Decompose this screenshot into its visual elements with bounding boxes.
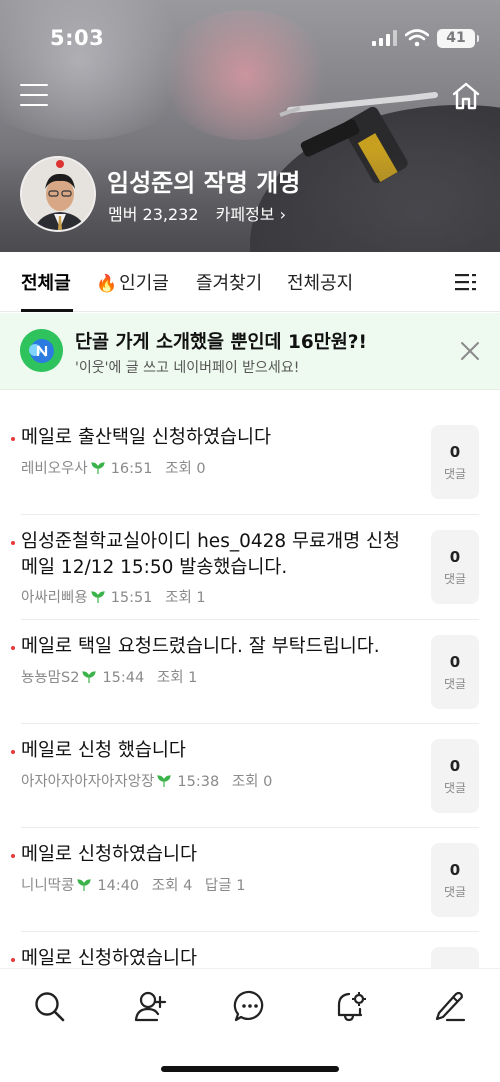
sprout-icon	[90, 591, 105, 603]
post-author: 뇽뇽맘S2	[21, 670, 80, 686]
post-views: 조회 0	[165, 461, 206, 477]
home-icon[interactable]	[450, 80, 482, 112]
cafe-name: 임성준의 작명 개명	[107, 169, 301, 197]
post-item[interactable]: 메일로 택일 요청드렸습니다. 잘 부탁드립니다. 뇽뇽맘S2 15:44 조회 …	[0, 620, 500, 723]
post-time: 14:40	[97, 878, 140, 894]
notification-settings-icon[interactable]	[333, 989, 367, 1023]
wifi-icon	[405, 29, 429, 47]
comment-label: 댓글	[443, 885, 467, 899]
comment-count: 0	[449, 861, 461, 879]
fire-icon: 🔥	[96, 274, 118, 294]
comment-label: 댓글	[443, 572, 467, 586]
comment-count-box[interactable]: 0 댓글	[431, 635, 479, 709]
comment-count-box[interactable]: 0 댓글	[431, 530, 479, 604]
comment-count-box[interactable]: 0 댓글	[431, 739, 479, 813]
member-label: 멤버	[108, 205, 138, 224]
cafe-subline: 멤버 23,232 카페정보 ›	[108, 201, 286, 225]
promo-banner[interactable]: 단골 가게 소개했을 뿐인데 16만원?! '이웃'에 글 쓰고 네이버페이 받…	[0, 313, 500, 390]
post-author: 아자아자아자아자앙장	[21, 774, 155, 790]
board-list-icon[interactable]	[455, 272, 477, 292]
tab-all-notices[interactable]: 전체공지	[287, 269, 353, 295]
post-time: 16:51	[110, 461, 153, 477]
comment-count: 0	[449, 443, 461, 461]
search-icon[interactable]	[32, 989, 66, 1023]
post-title: 메일로 신청하였습니다	[21, 844, 198, 865]
sprout-icon	[82, 671, 97, 683]
chat-icon[interactable]	[233, 989, 267, 1023]
banner-title: 단골 가게 소개했을 뿐인데 16만원?!	[75, 332, 367, 353]
neighbor-pay-icon	[20, 329, 63, 372]
comment-count-box[interactable]: 0 댓글	[431, 425, 479, 499]
post-item[interactable]: 메일로 신청 했습니다 아자아자아자아자앙장 15:38 조회 0 0 댓글	[0, 724, 500, 827]
home-indicator	[161, 1066, 339, 1072]
new-post-dot	[11, 854, 15, 858]
post-title: 메일로 출산택일 신청하였습니다	[21, 427, 272, 448]
post-meta: 아싸리삐용 15:51 조회 1	[21, 586, 206, 607]
post-replies: 답글 1	[204, 878, 246, 894]
comment-label: 댓글	[443, 677, 467, 691]
new-post-dot	[11, 750, 15, 754]
post-views: 조회 1	[156, 670, 198, 686]
post-author: 레비오우사	[21, 461, 88, 477]
post-views: 조회 4	[151, 878, 193, 894]
sprout-icon	[90, 462, 105, 474]
comment-count: 0	[449, 757, 461, 775]
cafe-avatar[interactable]	[20, 156, 96, 232]
cellular-signal-icon	[372, 30, 398, 46]
new-post-dot	[11, 646, 15, 650]
tab-all-posts[interactable]: 전체글	[21, 269, 71, 295]
post-item[interactable]: 임성준철학교실아이디 hes_0428 무료개명 신청 메일 12/12 15:…	[0, 515, 500, 619]
board-tabs: 전체글 🔥 인기글 즐겨찾기 전체공지	[0, 252, 500, 312]
cafe-info-link[interactable]: 카페정보 ›	[216, 205, 286, 224]
post-meta: 뇽뇽맘S2 15:44 조회 1	[21, 666, 197, 687]
tab-popular-label: 인기글	[119, 273, 169, 294]
post-meta: 아자아자아자아자앙장 15:38 조회 0	[21, 770, 272, 791]
tab-popular[interactable]: 🔥 인기글	[96, 269, 169, 295]
post-author: 니니딱콩	[21, 878, 75, 894]
status-time: 5:03	[50, 26, 105, 50]
cafe-header: 5:03 41 임성준의 작명 개명 멤버 23,232 카페정보 ›	[0, 0, 500, 252]
post-time: 15:51	[110, 590, 153, 606]
banner-subtitle: '이웃'에 글 쓰고 네이버페이 받으세요!	[75, 360, 300, 376]
sprout-icon	[77, 879, 92, 891]
post-time: 15:44	[102, 670, 145, 686]
comment-label: 댓글	[443, 781, 467, 795]
post-meta: 니니딱콩 14:40 조회 4 답글 1	[21, 874, 245, 895]
member-count: 23,232	[142, 205, 199, 224]
post-item[interactable]: 메일로 출산택일 신청하였습니다 레비오우사 16:51 조회 0 0 댓글	[0, 390, 500, 514]
post-time: 15:38	[177, 774, 220, 790]
comment-label: 댓글	[443, 467, 467, 481]
new-post-dot	[11, 437, 15, 441]
battery-icon: 41	[437, 29, 479, 48]
comment-count-box[interactable]: 0 댓글	[431, 843, 479, 917]
post-title: 메일로 신청 했습니다	[21, 740, 186, 761]
status-bar: 5:03 41	[0, 26, 500, 56]
menu-button[interactable]	[20, 83, 48, 107]
post-views: 조회 1	[165, 590, 206, 606]
add-friend-icon[interactable]	[133, 989, 167, 1023]
post-title: 메일로 택일 요청드렸습니다. 잘 부탁드립니다.	[21, 636, 380, 657]
tab-favorites[interactable]: 즐겨찾기	[196, 269, 262, 295]
active-tab-indicator	[21, 309, 73, 312]
write-icon[interactable]	[433, 989, 467, 1023]
post-item[interactable]: 메일로 신청하였습니다 니니딱콩 14:40 조회 4 답글 1 0 댓글	[0, 828, 500, 931]
new-post-dot	[11, 958, 15, 962]
sprout-icon	[157, 775, 172, 787]
post-views: 조회 0	[231, 774, 273, 790]
comment-count: 0	[449, 548, 461, 566]
post-meta: 레비오우사 16:51 조회 0	[21, 457, 206, 478]
post-item[interactable]: 메일로 신청하였습니다 0	[0, 932, 500, 972]
post-title: 임성준철학교실아이디 hes_0428 무료개명 신청 메일 12/12 15:…	[21, 531, 401, 578]
post-author: 아싸리삐용	[21, 590, 88, 606]
bottom-navigation	[0, 968, 500, 1082]
comment-count: 0	[449, 653, 461, 671]
new-post-dot	[11, 541, 15, 545]
close-icon[interactable]	[458, 339, 482, 363]
